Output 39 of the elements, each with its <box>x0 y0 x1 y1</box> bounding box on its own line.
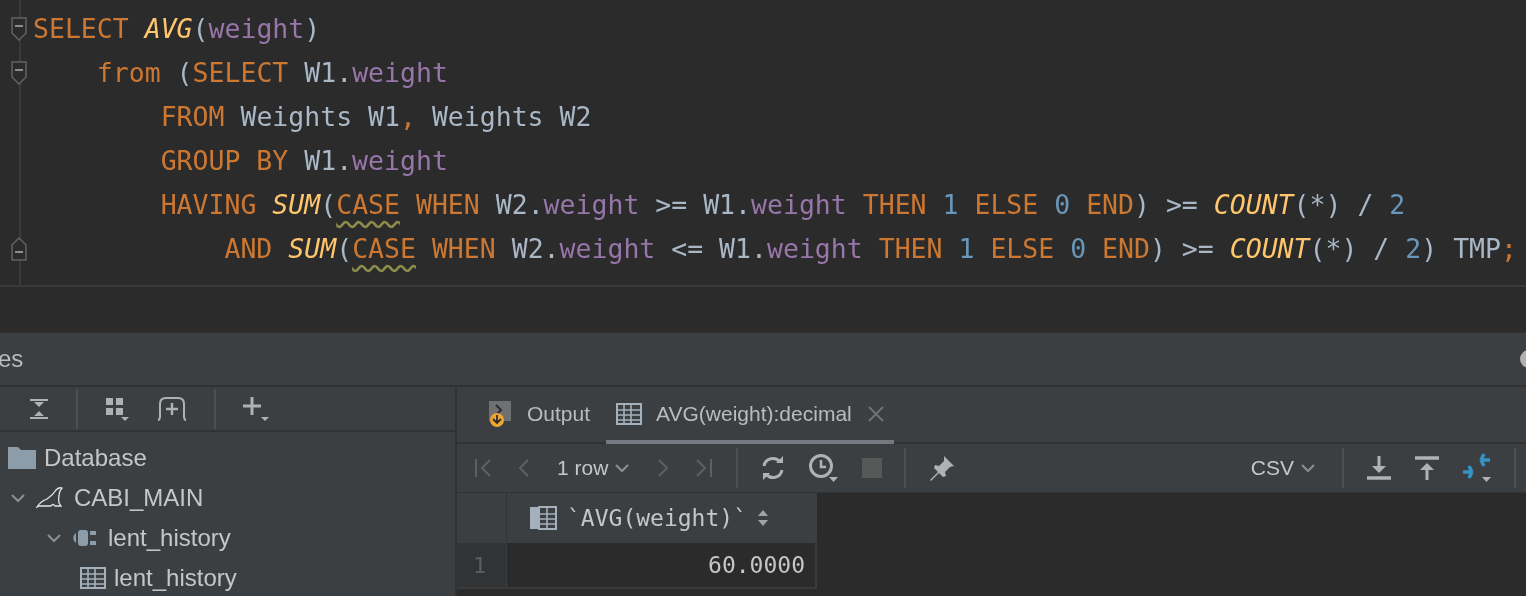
table-icon <box>80 567 106 589</box>
chevron-down-icon[interactable] <box>1300 462 1316 474</box>
add-session-icon[interactable] <box>156 395 188 422</box>
format-dropdown[interactable]: CSV <box>1246 456 1320 480</box>
pin-icon[interactable] <box>928 454 957 482</box>
table-cell: 60.0000 <box>507 543 817 589</box>
code-line: FROM Weights W1, Weights W2 <box>159 100 593 134</box>
chevron-down-icon[interactable] <box>614 462 631 474</box>
result-tab[interactable]: AVG(weight):decimal <box>606 387 894 444</box>
chevron-down-icon[interactable] <box>10 492 26 504</box>
tree-item[interactable]: Database <box>44 444 147 472</box>
fold-marker-icon[interactable] <box>11 237 27 261</box>
output-icon <box>487 398 513 429</box>
sort-icon <box>757 509 769 527</box>
code-line: AND SUM(CASE WHEN W2.weight <= W1.weight THEN 1 ELSE 0 END) >= COUNT(*) / 2) TMP; <box>223 232 1517 266</box>
column-header[interactable]: `AVG(weight)` <box>507 493 817 543</box>
grid-dropdown-icon[interactable] <box>104 395 130 422</box>
column-icon <box>529 506 557 530</box>
code-line: GROUP BY W1.weight <box>159 144 449 178</box>
row-count-dropdown[interactable]: 1 row <box>553 456 635 480</box>
code-line: from (SELECT W1.weight <box>95 56 449 90</box>
tree-item[interactable]: lent_history <box>108 524 231 552</box>
compare-icon[interactable] <box>1462 453 1492 483</box>
code-line: SELECT AVG(weight) <box>33 12 322 46</box>
seal-icon <box>36 487 66 509</box>
code-line: HAVING SUM(CASE WHEN W2.weight >= W1.weight THEN 1 ELSE 0 END) >= COUNT(*) / 2 <box>159 188 1407 222</box>
clock-dropdown-icon[interactable] <box>808 453 841 483</box>
upload-icon[interactable] <box>1414 455 1440 481</box>
table-icon <box>616 402 643 425</box>
folder-icon <box>8 447 36 469</box>
collapse-all-icon[interactable] <box>28 397 50 420</box>
tree-item[interactable]: CABI_MAIN <box>74 484 204 512</box>
tree-item[interactable]: lent_history <box>114 564 237 592</box>
chevron-down-icon[interactable] <box>46 532 62 544</box>
result-tab[interactable]: Output <box>477 387 601 444</box>
add-dropdown-icon[interactable] <box>242 394 270 423</box>
fold-marker-icon[interactable] <box>11 17 27 41</box>
download-icon[interactable] <box>1366 455 1392 481</box>
fold-marker-icon[interactable] <box>11 61 27 85</box>
